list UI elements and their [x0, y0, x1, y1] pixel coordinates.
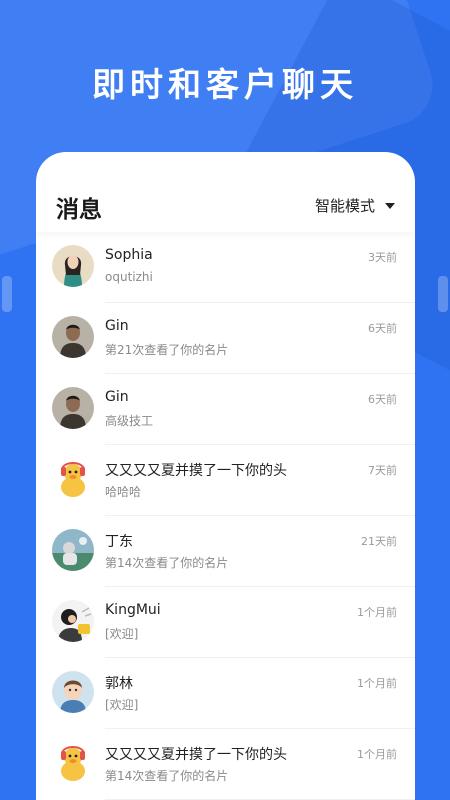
- conversation-time: 1个月前: [357, 606, 397, 619]
- conversation-time: 3天前: [368, 251, 397, 264]
- conversation-name: Sophia: [105, 247, 153, 263]
- conversation-preview: 第14次查看了你的名片: [105, 769, 229, 783]
- side-decoration: [2, 276, 12, 312]
- conversation-name: Gin: [105, 389, 129, 405]
- conversation-list: Sophia oqutizhi 3天前 Gin 第21次查看了你的名片 6天前: [36, 232, 415, 800]
- avatar: [52, 316, 94, 358]
- conversation-item[interactable]: 又又又又夏并摸了一下你的头 哈哈哈 7天前: [36, 445, 415, 516]
- conversation-item[interactable]: 丁东 第14次查看了你的名片 21天前: [36, 516, 415, 587]
- avatar: [52, 671, 94, 713]
- conversation-item[interactable]: 郭林 [欢迎] 1个月前: [36, 658, 415, 729]
- conversation-item[interactable]: KingMui [欢迎] 1个月前: [36, 587, 415, 658]
- conversation-time: 7天前: [368, 464, 397, 477]
- conversation-time: 1个月前: [357, 748, 397, 761]
- conversation-item[interactable]: Gin 第21次查看了你的名片 6天前: [36, 303, 415, 374]
- side-decoration: [438, 276, 448, 312]
- conversation-preview: 第21次查看了你的名片: [105, 343, 229, 357]
- avatar: [52, 742, 94, 784]
- caret-down-icon: [385, 202, 395, 209]
- conversation-time: 6天前: [368, 393, 397, 406]
- conversation-preview: [欢迎]: [105, 627, 139, 641]
- conversation-time: 1个月前: [357, 677, 397, 690]
- conversation-preview: oqutizhi: [105, 270, 153, 284]
- avatar: [52, 600, 94, 642]
- conversation-name: 丁东: [105, 534, 133, 550]
- conversation-name: 郭林: [105, 676, 133, 692]
- conversation-preview: 高级技工: [105, 414, 154, 428]
- conversation-item[interactable]: 又又又又夏并摸了一下你的头 第14次查看了你的名片 1个月前: [36, 729, 415, 800]
- page-title: 消息: [56, 197, 102, 223]
- avatar: [52, 245, 94, 287]
- conversation-item[interactable]: Sophia oqutizhi 3天前: [36, 232, 415, 303]
- conversation-preview: 第14次查看了你的名片: [105, 556, 229, 570]
- conversation-name: Gin: [105, 318, 129, 334]
- conversation-time: 6天前: [368, 322, 397, 335]
- avatar: [52, 387, 94, 429]
- avatar: [52, 458, 94, 500]
- avatar: [52, 529, 94, 571]
- conversation-time: 21天前: [361, 535, 397, 548]
- conversation-name: 又又又又夏并摸了一下你的头: [105, 747, 287, 763]
- conversation-preview: [欢迎]: [105, 698, 139, 712]
- mode-label: 智能模式: [314, 197, 375, 215]
- conversation-item[interactable]: Gin 高级技工 6天前: [36, 374, 415, 445]
- phone-screen: 消息 智能模式 Sophia oqutizhi 3天前 Gin 第21次查看了你…: [36, 152, 415, 800]
- mode-dropdown[interactable]: 智能模式: [315, 195, 395, 216]
- conversation-name: 又又又又夏并摸了一下你的头: [105, 463, 287, 479]
- conversation-preview: 哈哈哈: [105, 485, 142, 499]
- conversation-name: KingMui: [105, 602, 161, 618]
- messages-header: 消息 智能模式: [36, 152, 415, 232]
- promo-headline: 即时和客户聊天: [92, 65, 358, 104]
